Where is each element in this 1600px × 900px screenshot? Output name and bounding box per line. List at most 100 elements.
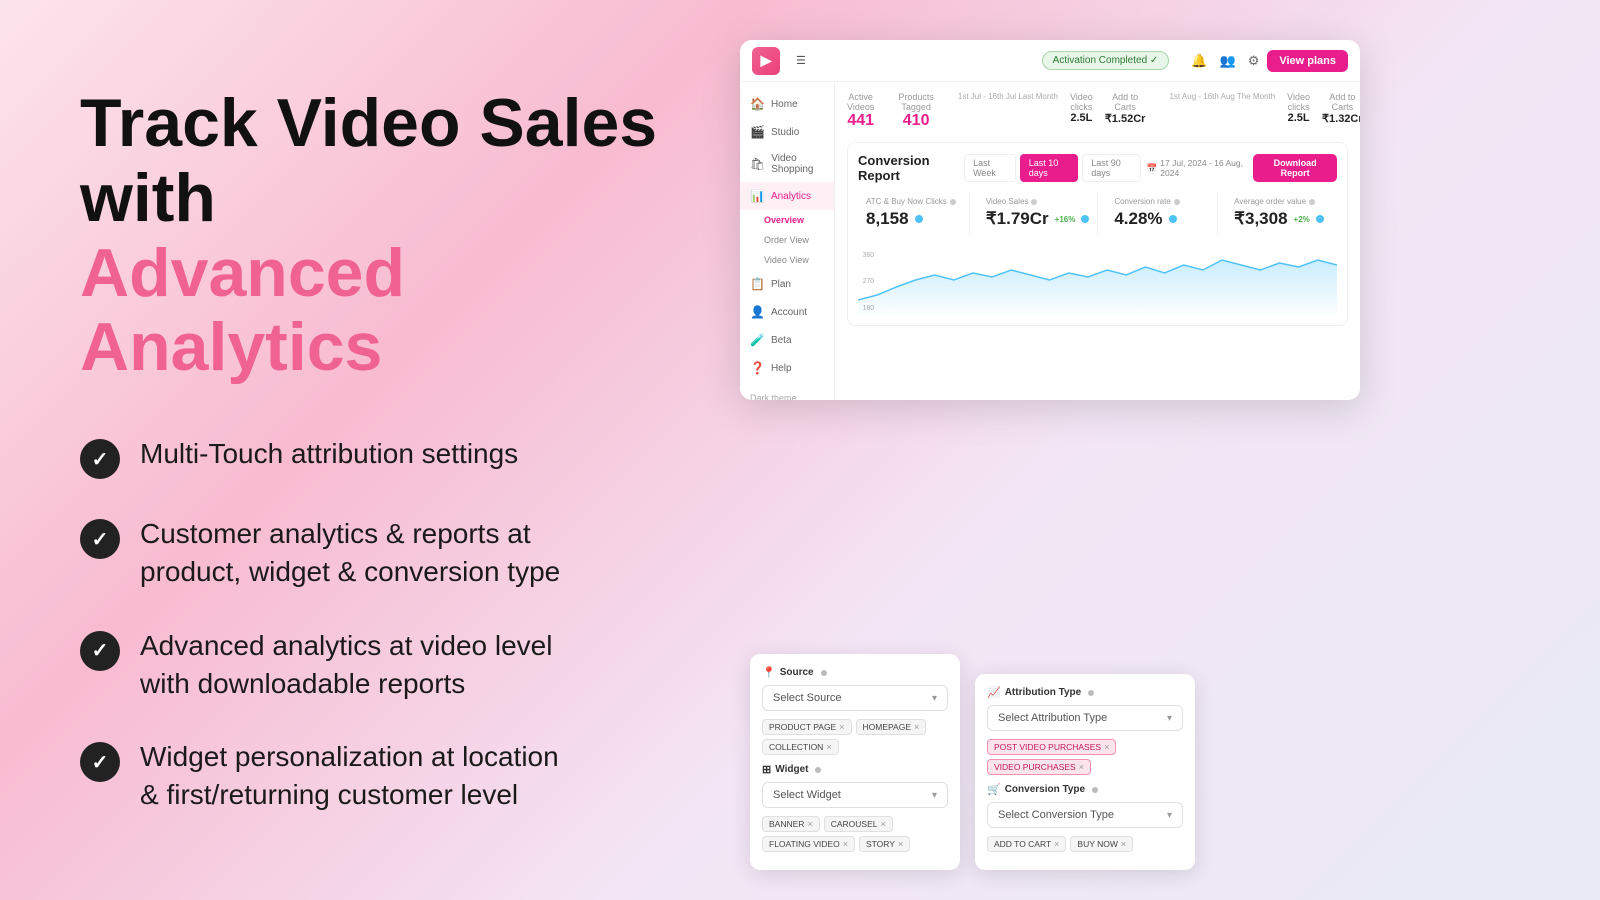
tag-story-close[interactable]: ×: [898, 839, 903, 849]
tag-story-label: STORY: [866, 839, 895, 849]
sidebar-item-account[interactable]: 👤 Account: [740, 298, 834, 326]
sidebar-label-help: Help: [771, 363, 792, 374]
analytics-icon: 📊: [750, 189, 765, 203]
source-tags-row: PRODUCT PAGE × HOMEPAGE × COLLECTION ×: [762, 719, 948, 755]
hamburger-icon[interactable]: ☰: [788, 50, 814, 71]
tag-collection-close[interactable]: ×: [826, 742, 831, 752]
sidebar-item-analytics[interactable]: 📊 Analytics: [740, 182, 834, 210]
sidebar-subitem-video-view[interactable]: Video View: [740, 250, 834, 270]
attribution-info-icon: [1088, 690, 1094, 696]
metric-video-sales-value: ₹1.79Cr +16%: [986, 209, 1089, 229]
add-carts1-label: Add to Carts: [1105, 92, 1146, 112]
dark-theme-label: Dark theme: [750, 393, 797, 400]
tag-buy-now-close[interactable]: ×: [1121, 839, 1126, 849]
select-attribution-dropdown[interactable]: Select Attribution Type ▾: [987, 705, 1183, 731]
tag-product-page[interactable]: PRODUCT PAGE ×: [762, 719, 852, 735]
products-tagged-value: 410: [898, 112, 934, 130]
right-panel: ▶ ☰ Activation Completed ✓ 🔔 👥 ⚙ View pl…: [740, 0, 1600, 900]
chevron-down-icon-conversion: ▾: [1167, 810, 1172, 821]
video-clicks1-label: Video clicks: [1070, 92, 1093, 112]
download-report-button[interactable]: Download Report: [1253, 154, 1337, 182]
chart-area: 360 270 180: [858, 245, 1337, 315]
info-icon-cr: [1174, 199, 1180, 205]
conversion-title-text: Conversion Type: [1005, 784, 1085, 795]
sidebar-subitem-order-view[interactable]: Order View: [740, 230, 834, 250]
dash-sidebar: 🏠 Home 🎬 Studio 🛍 Video Shopping 📊 Analy…: [740, 82, 835, 400]
settings-icon[interactable]: ⚙: [1248, 53, 1260, 69]
sidebar-label-analytics: Analytics: [771, 191, 811, 202]
chevron-down-icon-widget: ▾: [932, 790, 937, 801]
video-sales-label-text: Video Sales: [986, 197, 1029, 206]
sidebar-item-studio[interactable]: 🎬 Studio: [740, 118, 834, 146]
tag-carousel-close[interactable]: ×: [880, 819, 885, 829]
attribution-tags-row: POST VIDEO PURCHASES × VIDEO PURCHASES ×: [987, 739, 1183, 775]
tag-add-to-cart-close[interactable]: ×: [1054, 839, 1059, 849]
sidebar-item-help[interactable]: ❓ Help: [740, 354, 834, 382]
tag-homepage-close[interactable]: ×: [914, 722, 919, 732]
feature-item-3: Advanced analytics at video levelwith do…: [80, 627, 660, 703]
stat-video-clicks2: Video clicks 2.5L: [1287, 92, 1310, 124]
plan-icon: 📋: [750, 277, 765, 291]
tag-collection[interactable]: COLLECTION ×: [762, 739, 839, 755]
metrics-row: ATC & Buy Now Clicks 8,158 Video Sales: [858, 191, 1337, 235]
tag-add-to-cart[interactable]: ADD TO CART ×: [987, 836, 1066, 852]
sidebar-item-beta[interactable]: 🧪 Beta: [740, 326, 834, 354]
tag-post-video-purchases[interactable]: POST VIDEO PURCHASES ×: [987, 739, 1116, 755]
feature-text-1: Multi-Touch attribution settings: [140, 435, 518, 473]
sidebar-label-home: Home: [771, 99, 798, 110]
tag-carousel[interactable]: CAROUSEL ×: [824, 816, 893, 832]
metric-video-sales: Video Sales ₹1.79Cr +16%: [978, 191, 1098, 235]
tag-banner-label: BANNER: [769, 819, 804, 829]
video-clicks1-value: 2.5L: [1070, 112, 1093, 124]
video-clicks2-value: 2.5L: [1287, 112, 1310, 124]
sidebar-label-studio: Studio: [771, 127, 799, 138]
tab-last-week[interactable]: Last Week: [964, 154, 1016, 182]
users-icon[interactable]: 👥: [1220, 53, 1236, 69]
sidebar-label-account: Account: [771, 307, 807, 318]
notifications-icon[interactable]: 🔔: [1191, 53, 1207, 69]
tag-homepage[interactable]: HOMEPAGE ×: [856, 719, 927, 735]
select-source-dropdown[interactable]: Select Source ▾: [762, 685, 948, 711]
metric-dot-cr: [1169, 215, 1177, 223]
source-icon: 📍: [762, 666, 776, 679]
help-icon: ❓: [750, 361, 765, 375]
select-attribution-placeholder: Select Attribution Type: [998, 712, 1107, 724]
sidebar-subitem-overview[interactable]: Overview: [740, 210, 834, 230]
tag-story[interactable]: STORY ×: [859, 836, 910, 852]
period2-label: 1st Aug - 16th Aug The Month: [1169, 92, 1275, 101]
video-clicks2-label: Video clicks: [1287, 92, 1310, 112]
tab-last-10-days[interactable]: Last 10 days: [1020, 154, 1079, 182]
conversion-type-title: 🛒 Conversion Type: [987, 783, 1183, 796]
check-icon-3: [80, 631, 120, 671]
home-icon: 🏠: [750, 97, 765, 111]
sidebar-item-home[interactable]: 🏠 Home: [740, 90, 834, 118]
tag-post-video-close[interactable]: ×: [1104, 742, 1109, 752]
tag-floating-video[interactable]: FLOATING VIDEO ×: [762, 836, 855, 852]
sidebar-item-video-shopping[interactable]: 🛍 Video Shopping: [740, 146, 834, 182]
tag-video-purchases-close[interactable]: ×: [1079, 762, 1084, 772]
select-widget-placeholder: Select Widget: [773, 789, 841, 801]
tag-banner[interactable]: BANNER ×: [762, 816, 820, 832]
stat-add-carts2: Add to Carts ₹1.32Cr: [1322, 92, 1360, 125]
tag-banner-close[interactable]: ×: [807, 819, 812, 829]
metric-avg-order: Average order value ₹3,308 +2%: [1226, 191, 1337, 235]
tag-floating-video-close[interactable]: ×: [843, 839, 848, 849]
cart-icon: 🛒: [987, 783, 1001, 796]
tag-buy-now[interactable]: BUY NOW ×: [1070, 836, 1133, 852]
tag-video-purchases[interactable]: VIDEO PURCHASES ×: [987, 759, 1091, 775]
svg-text:270: 270: [863, 278, 874, 285]
view-plans-button[interactable]: View plans: [1267, 50, 1348, 72]
aov-label-text: Average order value: [1234, 197, 1306, 206]
metric-cr-value: 4.28%: [1114, 209, 1209, 229]
select-conversion-dropdown[interactable]: Select Conversion Type ▾: [987, 802, 1183, 828]
metric-dot-atc: [915, 215, 923, 223]
tag-product-page-close[interactable]: ×: [839, 722, 844, 732]
source-title: 📍 Source: [762, 666, 948, 679]
atc-label-text: ATC & Buy Now Clicks: [866, 197, 947, 206]
select-widget-dropdown[interactable]: Select Widget ▾: [762, 782, 948, 808]
tab-last-90-days[interactable]: Last 90 days: [1082, 154, 1141, 182]
sidebar-item-plan[interactable]: 📋 Plan: [740, 270, 834, 298]
attribution-icon: 📈: [987, 686, 1001, 699]
metric-video-sales-label: Video Sales: [986, 197, 1089, 206]
sidebar-item-dark-theme[interactable]: Dark theme: [740, 386, 834, 400]
